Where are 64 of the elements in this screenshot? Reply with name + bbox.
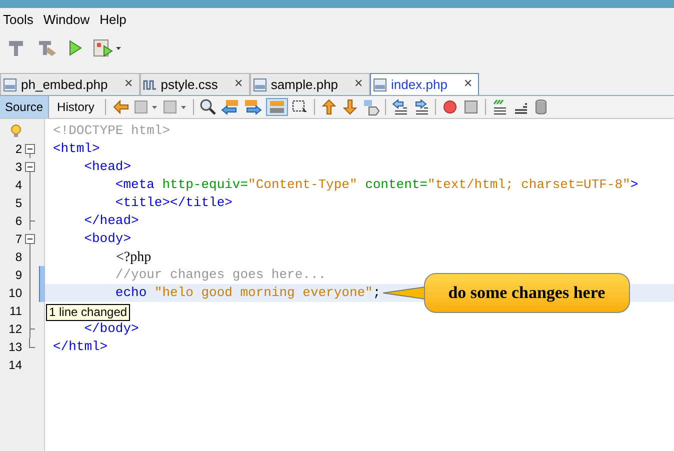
view-tab[interactable]: History (52, 96, 100, 118)
code-line: <meta http-equiv="Content-Type" content="text/html; charset=UTF-8"> (114, 176, 638, 194)
file-tab[interactable]: sample.php ✕ (250, 73, 370, 95)
menu-item[interactable]: Window (43, 10, 90, 30)
line-number: 10 (8, 285, 22, 302)
code-line: <title></title> (114, 194, 232, 212)
find-previous-icon[interactable] (220, 98, 240, 116)
code-line: <html> (53, 140, 100, 158)
search-icon[interactable] (199, 98, 218, 116)
file-tab[interactable]: index.php ✕ (370, 73, 480, 95)
line-number: 2 (15, 141, 22, 158)
view-tab[interactable]: Source (0, 96, 50, 118)
file-tab[interactable]: ph_embed.php ✕ (0, 73, 140, 95)
code-line: <?php (115, 248, 152, 266)
close-icon[interactable]: ✕ (234, 76, 243, 93)
line-number: 14 (8, 357, 22, 374)
code-line: echo "helo good morning everyone"; (114, 284, 381, 302)
debug-run-icon[interactable] (92, 39, 122, 57)
line-number: 5 (15, 195, 22, 212)
code-line: </body> (83, 320, 139, 338)
code-line: <body> (83, 230, 132, 248)
file-tab-label: index.php (391, 76, 448, 94)
file-tab[interactable]: pstyle.css ✕ (140, 73, 250, 95)
code-line: //your changes goes here... (114, 266, 326, 284)
database-icon[interactable] (533, 98, 550, 116)
record-icon[interactable] (441, 98, 460, 116)
close-icon[interactable]: ✕ (354, 76, 364, 93)
up-arrow-icon[interactable] (320, 98, 338, 116)
next-icon[interactable] (162, 98, 188, 116)
back-icon[interactable] (112, 98, 130, 116)
find-next-icon[interactable] (243, 98, 264, 116)
line-number: 11 (10, 303, 22, 320)
close-icon[interactable]: ✕ (124, 76, 133, 93)
close-icon[interactable]: ✕ (463, 76, 472, 93)
stop-icon[interactable] (462, 98, 480, 116)
bookmark-icon[interactable] (362, 98, 380, 116)
file-icon (373, 78, 388, 92)
tooltip: 1 line changed (46, 304, 130, 321)
previous-icon[interactable] (133, 98, 160, 116)
line-number: 12 (8, 321, 22, 338)
down-arrow-icon[interactable] (341, 98, 360, 116)
line-number: 13 (8, 339, 22, 356)
callout-text: do some changes here (448, 282, 606, 304)
code-line: </head> (83, 212, 139, 230)
line-number: 6 (15, 213, 22, 230)
menu-item[interactable]: Help (100, 10, 126, 30)
file-tab-label: sample.php (270, 76, 338, 94)
line-number: 3 (15, 159, 22, 176)
code-line: <!DOCTYPE html> (53, 122, 170, 140)
shift-left-icon[interactable] (391, 98, 410, 116)
file-tab-label: ph_embed.php (21, 76, 108, 94)
line-number: 7 (15, 231, 22, 248)
menu-item[interactable]: Tools (3, 10, 34, 30)
line-number: 8 (15, 249, 22, 266)
line-number: 9 (15, 267, 22, 284)
file-tab-label: pstyle.css (160, 76, 218, 94)
stylesheet-icon (142, 78, 157, 92)
file-icon (252, 78, 267, 92)
line-number: 4 (15, 177, 22, 194)
highlight-toggle-icon[interactable] (266, 98, 288, 116)
code-line: </html> (53, 338, 108, 356)
hammer-broom-icon[interactable] (36, 39, 58, 57)
code-line: <head> (83, 158, 132, 176)
file-icon (3, 78, 17, 92)
